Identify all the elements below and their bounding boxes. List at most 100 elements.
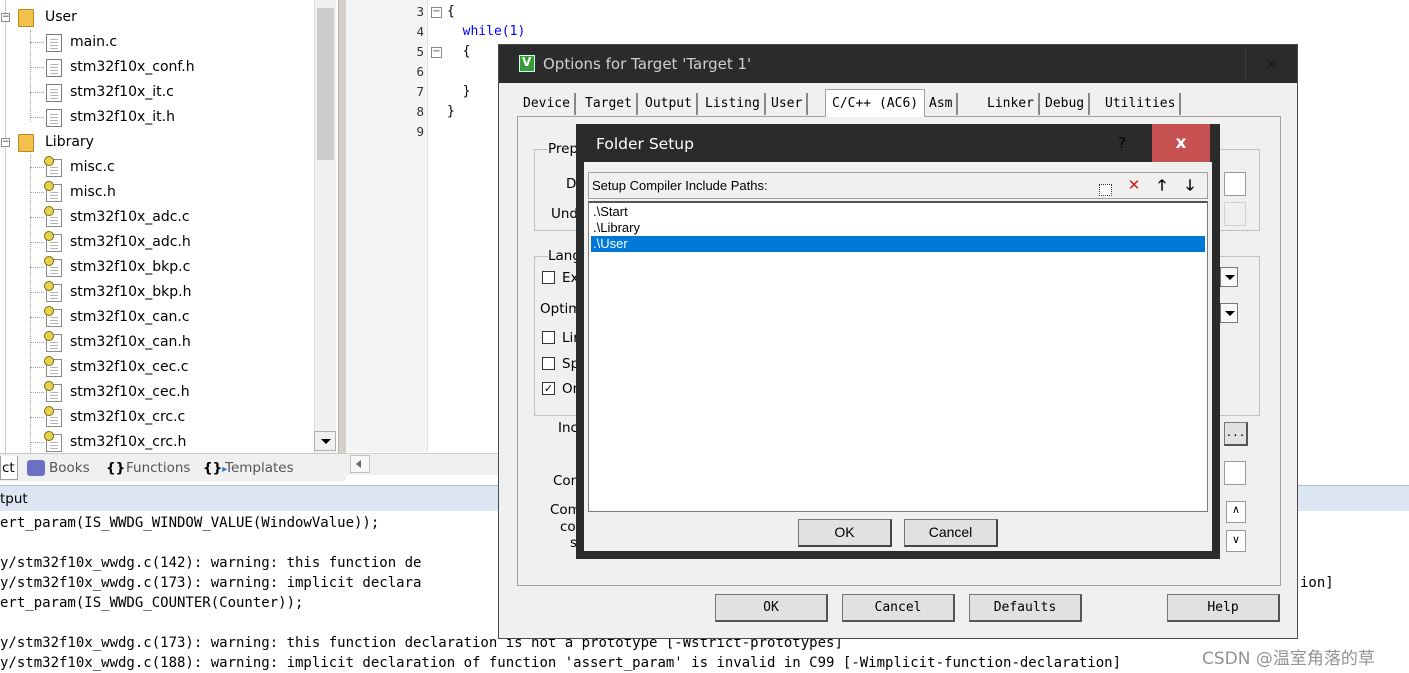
cancel-button[interactable]: Cancel xyxy=(842,594,955,622)
collapse-toggle[interactable]: − xyxy=(1,13,10,22)
help-button[interactable]: Help xyxy=(1167,594,1280,622)
pane-splitter[interactable] xyxy=(338,0,346,478)
include-path-item[interactable]: .\Library xyxy=(591,220,1205,236)
tab-device[interactable]: Device xyxy=(523,93,576,115)
keil-logo-icon xyxy=(519,55,535,72)
dropdown-arrow-icon[interactable] xyxy=(1220,267,1238,287)
folder-setup-body: Setup Compiler Include Paths: ✕ 🡑 🡓 .\St… xyxy=(584,162,1212,551)
watermark: CSDN @温室角落的草 xyxy=(1202,649,1375,669)
scroll-left-button[interactable] xyxy=(350,455,370,473)
line-number: 8 xyxy=(416,104,424,119)
move-up-icon[interactable]: 🡑 xyxy=(1151,175,1173,196)
ok-button[interactable]: OK xyxy=(715,594,828,622)
output-line: ert_param(IS_WWDG_WINDOW_VALUE(WindowVal… xyxy=(0,515,380,531)
tree-file-label: stm32f10x_adc.c xyxy=(70,209,190,225)
tree-file-label: stm32f10x_bkp.h xyxy=(70,284,192,300)
tab-books[interactable]: Books xyxy=(25,456,95,480)
tab-debug[interactable]: Debug xyxy=(1045,93,1091,115)
include-path-item[interactable]: .\Start xyxy=(591,204,1205,220)
cancel-button[interactable]: Cancel xyxy=(904,519,998,547)
tree-guide-line xyxy=(5,0,6,453)
close-button[interactable]: x xyxy=(1152,124,1210,162)
output-line: y/stm32f10x_wwdg.c(142): warning: this f… xyxy=(0,555,422,571)
include-path-item[interactable]: .\User xyxy=(591,236,1205,252)
code-line[interactable]: { xyxy=(447,44,471,59)
ok-button[interactable]: OK xyxy=(798,519,892,547)
tree-guide-line xyxy=(30,292,44,293)
tree-guide-line xyxy=(30,217,44,218)
fold-toggle-icon[interactable]: − xyxy=(431,47,442,58)
tree-guide-line xyxy=(30,392,44,393)
build-output-title: tput xyxy=(0,491,28,507)
project-panel-tabs: ct Books {} Functions {}▸ Templates xyxy=(0,453,346,481)
tree-group-label: Library xyxy=(45,134,94,150)
group-label: Prep xyxy=(548,141,579,157)
books-icon xyxy=(27,460,45,476)
dialog-titlebar[interactable]: Options for Target 'Target 1' × xyxy=(499,45,1297,83)
one-elf-section-checkbox[interactable]: ✓ xyxy=(542,382,555,395)
defaults-button[interactable]: Defaults xyxy=(969,594,1082,622)
line-number: 7 xyxy=(416,84,424,99)
tab-project[interactable]: ct xyxy=(0,456,18,480)
project-tree[interactable]: − User main.c stm32f10x_conf.h stm32f10x_i… xyxy=(0,0,338,453)
tree-file-label: misc.h xyxy=(70,184,116,200)
include-paths-list[interactable]: .\Start .\Library .\User xyxy=(588,201,1208,512)
tree-file-label: stm32f10x_it.c xyxy=(70,84,174,100)
tab-output[interactable]: Output xyxy=(645,93,698,115)
tree-file-label: stm32f10x_bkp.c xyxy=(70,259,191,275)
split-sections-checkbox[interactable] xyxy=(542,357,555,370)
undefine-label: Und xyxy=(551,206,579,222)
keyword: while xyxy=(462,24,502,39)
code-line[interactable]: { xyxy=(447,4,455,19)
dropdown-arrow-icon[interactable] xyxy=(1220,303,1238,323)
tree-file-label: stm32f10x_crc.c xyxy=(70,409,186,425)
header-file-icon xyxy=(44,231,62,252)
tree-guide-line xyxy=(30,92,44,93)
tab-linker[interactable]: Linker xyxy=(987,93,1040,115)
include-paths-label: Inc xyxy=(558,420,578,436)
help-button[interactable]: ? xyxy=(1092,124,1152,162)
folder-icon xyxy=(18,9,34,27)
new-folder-icon[interactable] xyxy=(1096,175,1118,196)
undefine-input[interactable] xyxy=(1224,202,1246,226)
fold-toggle-icon[interactable]: − xyxy=(431,7,442,18)
code-line[interactable]: while(1) xyxy=(447,24,526,39)
header-file-icon xyxy=(44,356,62,377)
close-button[interactable]: × xyxy=(1245,45,1297,83)
execute-only-checkbox[interactable] xyxy=(542,271,555,284)
output-line: ert_param(IS_WWDG_COUNTER(Counter)); xyxy=(0,595,304,611)
tree-file-label: stm32f10x_it.h xyxy=(70,109,175,125)
tree-scroll-thumb[interactable] xyxy=(317,8,334,160)
editor-horizontal-scrollbar[interactable] xyxy=(346,453,510,475)
tab-templates[interactable]: {}▸ Templates xyxy=(202,456,298,480)
delete-icon[interactable]: ✕ xyxy=(1123,175,1145,196)
tab-utilities[interactable]: Utilities xyxy=(1105,93,1182,115)
tree-guide-line xyxy=(30,117,44,118)
tree-group-label: User xyxy=(45,9,77,25)
define-input[interactable] xyxy=(1224,172,1246,196)
move-down-icon[interactable]: 🡓 xyxy=(1179,175,1201,196)
tree-file-label: stm32f10x_adc.h xyxy=(70,234,191,250)
tab-target[interactable]: Target xyxy=(585,93,638,115)
dialog-title: Options for Target 'Target 1' xyxy=(543,55,752,73)
browse-button[interactable]: ... xyxy=(1224,422,1248,446)
tab-user[interactable]: User xyxy=(771,93,809,115)
tab-listing[interactable]: Listing xyxy=(705,93,766,115)
tree-guide-line xyxy=(30,417,44,418)
code-line[interactable]: } xyxy=(447,104,455,119)
tree-file-label: stm32f10x_cec.c xyxy=(70,359,189,375)
tree-scroll-down-button[interactable] xyxy=(314,431,336,451)
collapse-toggle[interactable]: − xyxy=(1,138,10,147)
scroll-down-button[interactable]: ∨ xyxy=(1226,530,1246,552)
tab-c-c-ac6[interactable]: C/C++ (AC6) xyxy=(825,89,926,117)
scroll-up-button[interactable]: ∧ xyxy=(1226,501,1246,523)
misc-controls-input[interactable] xyxy=(1224,461,1246,485)
code-line[interactable]: } xyxy=(447,84,471,99)
tab-functions[interactable]: {} Functions xyxy=(104,456,194,480)
link-time-opt-checkbox[interactable] xyxy=(542,331,555,344)
braces-icon: {} xyxy=(106,460,126,476)
tab-asm[interactable]: Asm xyxy=(929,93,959,115)
tab-label: Functions xyxy=(126,460,191,476)
header-file-icon xyxy=(44,156,62,177)
folder-setup-dialog: Folder Setup ? x Setup Compiler Include … xyxy=(576,124,1220,559)
